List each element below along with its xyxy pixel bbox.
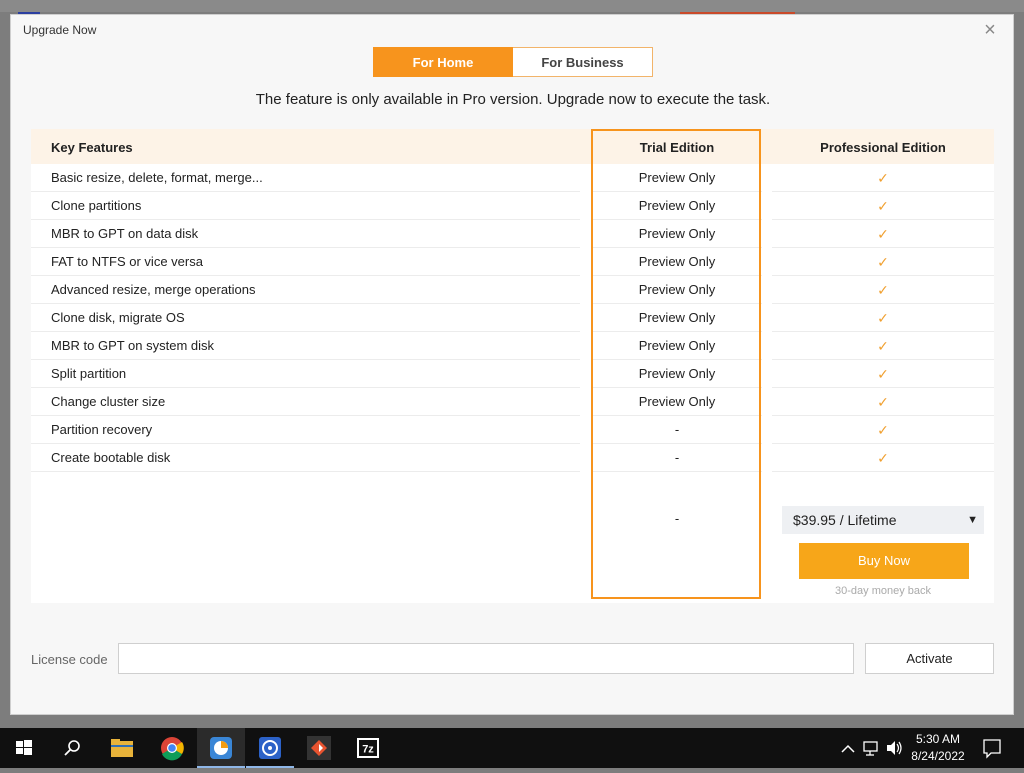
- table-row: Advanced resize, merge operations Preview…: [31, 276, 994, 304]
- feature-name: FAT to NTFS or vice versa: [51, 254, 203, 269]
- upgrade-dialog: Upgrade Now × For Home For Business The …: [10, 14, 1014, 715]
- trial-availability: Preview Only: [638, 170, 716, 185]
- taskbar-file-explorer[interactable]: [98, 728, 146, 768]
- checkmark-icon: ✓: [877, 338, 889, 354]
- table-row: Clone partitions Preview Only ✓: [31, 192, 994, 220]
- price-plan-select[interactable]: $39.95 / Lifetime ▼: [782, 506, 984, 534]
- trial-availability: Preview Only: [638, 198, 716, 213]
- table-row: MBR to GPT on data disk Preview Only ✓: [31, 220, 994, 248]
- table-row: Change cluster size Preview Only ✓: [31, 388, 994, 416]
- taskbar: 7z 5:30 AM 8/24/2022: [0, 728, 1024, 768]
- header-key-features: Key Features: [51, 140, 133, 155]
- notification-icon[interactable]: [982, 728, 1002, 768]
- table-body: Basic resize, delete, format, merge... Pr…: [31, 164, 994, 472]
- checkmark-icon: ✓: [877, 366, 889, 382]
- row-divider: [31, 471, 580, 472]
- windows-start-icon: [16, 740, 32, 755]
- taskbar-7zip[interactable]: 7z: [344, 728, 392, 768]
- partition-tool-icon: [210, 737, 232, 759]
- table-row: Split partition Preview Only ✓: [31, 360, 994, 388]
- checkmark-icon: ✓: [877, 394, 889, 410]
- 7zip-icon: 7z: [357, 738, 379, 758]
- row-divider: [772, 471, 994, 472]
- background-window: [0, 0, 1024, 12]
- feature-name: MBR to GPT on system disk: [51, 338, 215, 353]
- table-row: FAT to NTFS or vice versa Preview Only ✓: [31, 248, 994, 276]
- clock-time[interactable]: 5:30 AM: [905, 732, 971, 746]
- activate-button[interactable]: Activate: [865, 643, 994, 674]
- features-table: Key Features Trial Edition Professional …: [31, 129, 994, 603]
- network-icon[interactable]: [861, 728, 881, 768]
- feature-name: Split partition: [51, 366, 127, 381]
- trial-availability: Preview Only: [638, 254, 716, 269]
- header-trial-edition: Trial Edition: [639, 140, 715, 155]
- license-code-label: License code: [31, 652, 108, 667]
- feature-name: Clone partitions: [51, 198, 142, 213]
- 7zip-label: 7z: [362, 744, 374, 756]
- feature-name: Create bootable disk: [51, 450, 171, 465]
- feature-name: Clone disk, migrate OS: [51, 310, 185, 325]
- chevron-up-icon[interactable]: [838, 728, 858, 768]
- trial-availability: Preview Only: [638, 338, 716, 353]
- checkmark-icon: ✓: [877, 170, 889, 186]
- row-divider: [592, 471, 762, 472]
- taskbar-disk-tool[interactable]: [246, 728, 294, 768]
- tab-for-business[interactable]: For Business: [513, 47, 653, 77]
- trial-availability: Preview Only: [638, 366, 716, 381]
- edition-tabs: For Home For Business: [373, 47, 653, 77]
- table-row: MBR to GPT on system disk Preview Only ✓: [31, 332, 994, 360]
- chrome-icon: [161, 737, 184, 761]
- table-row: Clone disk, migrate OS Preview Only ✓: [31, 304, 994, 332]
- taskbar-partition-tool[interactable]: [197, 728, 245, 768]
- price-plan-value: $39.95 / Lifetime: [793, 512, 897, 528]
- table-header: Key Features Trial Edition Professional …: [31, 129, 994, 164]
- money-back-note: 30-day money back: [835, 585, 931, 597]
- trial-availability: Preview Only: [638, 394, 716, 409]
- upgrade-notice: The feature is only available in Pro ver…: [255, 91, 771, 108]
- volume-icon[interactable]: [884, 728, 904, 768]
- feature-name: MBR to GPT on data disk: [51, 226, 199, 241]
- close-button[interactable]: ×: [981, 20, 999, 40]
- taskbar-search-button[interactable]: [48, 728, 96, 768]
- start-button[interactable]: [0, 728, 48, 768]
- checkmark-icon: ✓: [877, 310, 889, 326]
- checkmark-icon: ✓: [877, 450, 889, 466]
- table-row: Create bootable disk - ✓: [31, 444, 994, 472]
- license-code-input[interactable]: [118, 643, 854, 674]
- dialog-title: Upgrade Now: [23, 23, 97, 37]
- trial-availability: Preview Only: [638, 310, 716, 325]
- feature-name: Change cluster size: [51, 394, 166, 409]
- trial-availability: -: [674, 422, 680, 437]
- table-row: Partition recovery - ✓: [31, 416, 994, 444]
- trial-price-cell: -: [674, 511, 680, 526]
- trial-availability: Preview Only: [638, 282, 716, 297]
- feature-name: Basic resize, delete, format, merge...: [51, 170, 263, 185]
- checkmark-icon: ✓: [877, 198, 889, 214]
- clock-date[interactable]: 8/24/2022: [905, 749, 971, 763]
- feature-name: Partition recovery: [51, 422, 153, 437]
- taskbar-chrome[interactable]: [148, 728, 196, 768]
- feature-name: Advanced resize, merge operations: [51, 282, 256, 297]
- git-icon: [307, 736, 331, 760]
- checkmark-icon: ✓: [877, 282, 889, 298]
- folder-icon: [111, 739, 133, 757]
- header-professional-edition: Professional Edition: [820, 140, 946, 155]
- checkmark-icon: ✓: [877, 254, 889, 270]
- checkmark-icon: ✓: [877, 422, 889, 438]
- tab-for-home[interactable]: For Home: [373, 47, 513, 77]
- dropdown-arrow-icon: ▼: [967, 514, 978, 526]
- checkmark-icon: ✓: [877, 226, 889, 242]
- buy-now-button[interactable]: Buy Now: [799, 543, 969, 579]
- table-row: Basic resize, delete, format, merge... Pr…: [31, 164, 994, 192]
- disk-tool-icon: [259, 737, 281, 759]
- trial-availability: Preview Only: [638, 226, 716, 241]
- taskbar-git[interactable]: [295, 728, 343, 768]
- search-icon: [64, 740, 80, 756]
- trial-availability: -: [674, 450, 680, 465]
